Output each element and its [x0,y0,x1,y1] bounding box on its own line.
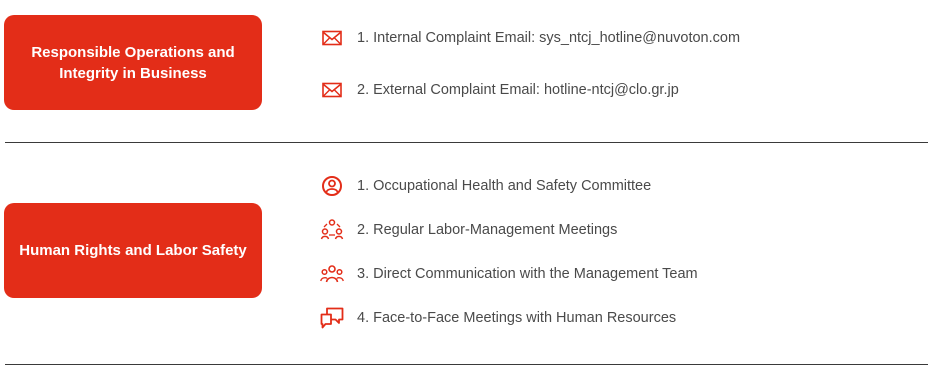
list-item: 3. Direct Communication with the Managem… [320,262,698,286]
management-communication-text: 3. Direct Communication with the Managem… [357,266,698,282]
mail-icon [320,26,344,50]
external-complaint-email-text: 2. External Complaint Email: hotline-ntc… [357,82,679,98]
labor-management-meetings-text: 2. Regular Labor-Management Meetings [357,222,618,238]
list-item: 2. Regular Labor-Management Meetings [320,218,617,242]
internal-complaint-email-text: 1. Internal Complaint Email: sys_ntcj_ho… [357,30,741,46]
section-divider [5,364,928,365]
section-divider [5,142,928,143]
category-human-rights: Human Rights and Labor Safety [4,203,262,298]
hr-meetings-text: 4. Face-to-Face Meetings with Human Reso… [357,310,677,326]
safety-person-icon [320,174,344,198]
category-responsible-operations: Responsible Operations and Integrity in … [4,15,262,110]
mail-icon [320,78,344,102]
meeting-group-icon [320,218,344,242]
chat-bubbles-icon [320,306,344,330]
ohs-committee-text: 1. Occupational Health and Safety Commit… [357,178,652,194]
list-item: 1. Occupational Health and Safety Commit… [320,174,651,198]
category-label: Responsible Operations and Integrity in … [31,43,235,82]
team-icon [320,262,344,286]
list-item: 2. External Complaint Email: hotline-ntc… [320,78,679,102]
list-item: 1. Internal Complaint Email: sys_ntcj_ho… [320,26,740,50]
list-item: 4. Face-to-Face Meetings with Human Reso… [320,306,676,330]
category-label: Human Rights and Labor Safety [19,242,247,259]
